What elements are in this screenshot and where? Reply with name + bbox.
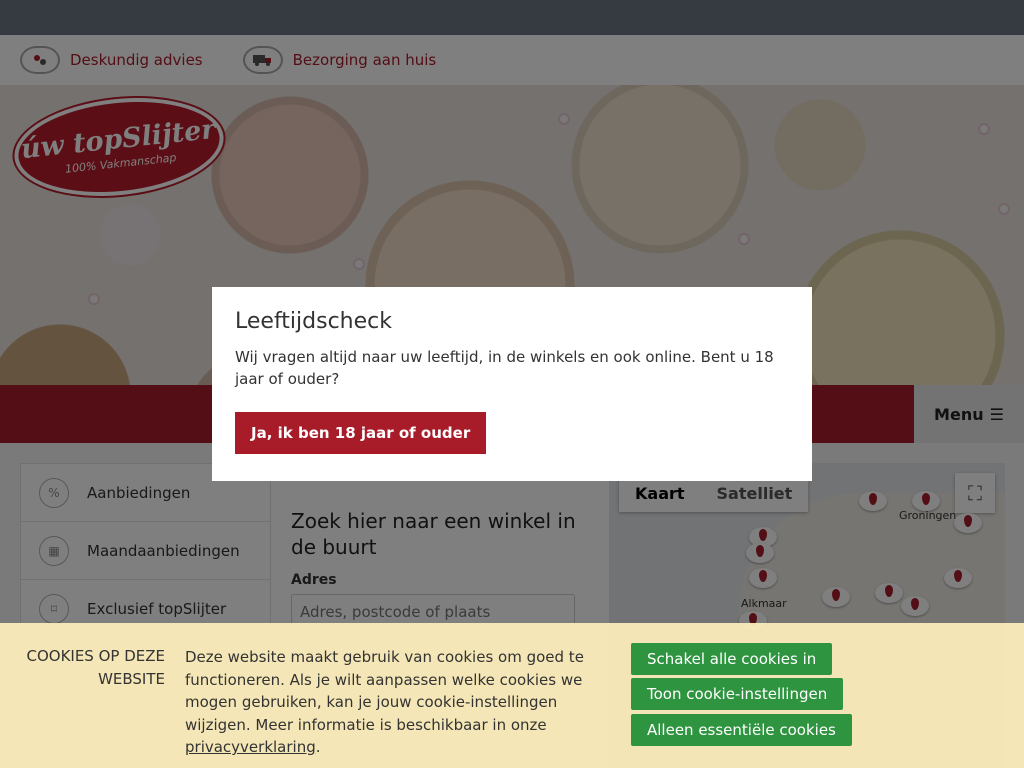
age-check-modal: Leeftijdscheck Wij vragen altijd naar uw… [212,287,812,481]
modal-text: Wij vragen altijd naar uw leeftijd, in d… [235,348,774,388]
modal-title: Leeftijdscheck [235,309,392,334]
cookie-heading: COOKIES OP DEZE WEBSITE [26,647,165,688]
cookie-banner: COOKIES OP DEZE WEBSITE Deze website maa… [0,623,1024,768]
essential-cookies-button[interactable]: Alleen essentiële cookies [631,714,852,746]
enable-all-cookies-button[interactable]: Schakel alle cookies in [631,643,833,675]
cookie-text-end: . [315,738,321,756]
cookie-text: Deze website maakt gebruik van cookies o… [185,646,610,759]
privacy-link[interactable]: privacyverklaring [185,738,316,756]
cookie-settings-button[interactable]: Toon cookie-instellingen [631,678,844,710]
cookie-text-body: Deze website maakt gebruik van cookies o… [185,648,584,734]
confirm-age-button[interactable]: Ja, ik ben 18 jaar of ouder [235,412,487,454]
